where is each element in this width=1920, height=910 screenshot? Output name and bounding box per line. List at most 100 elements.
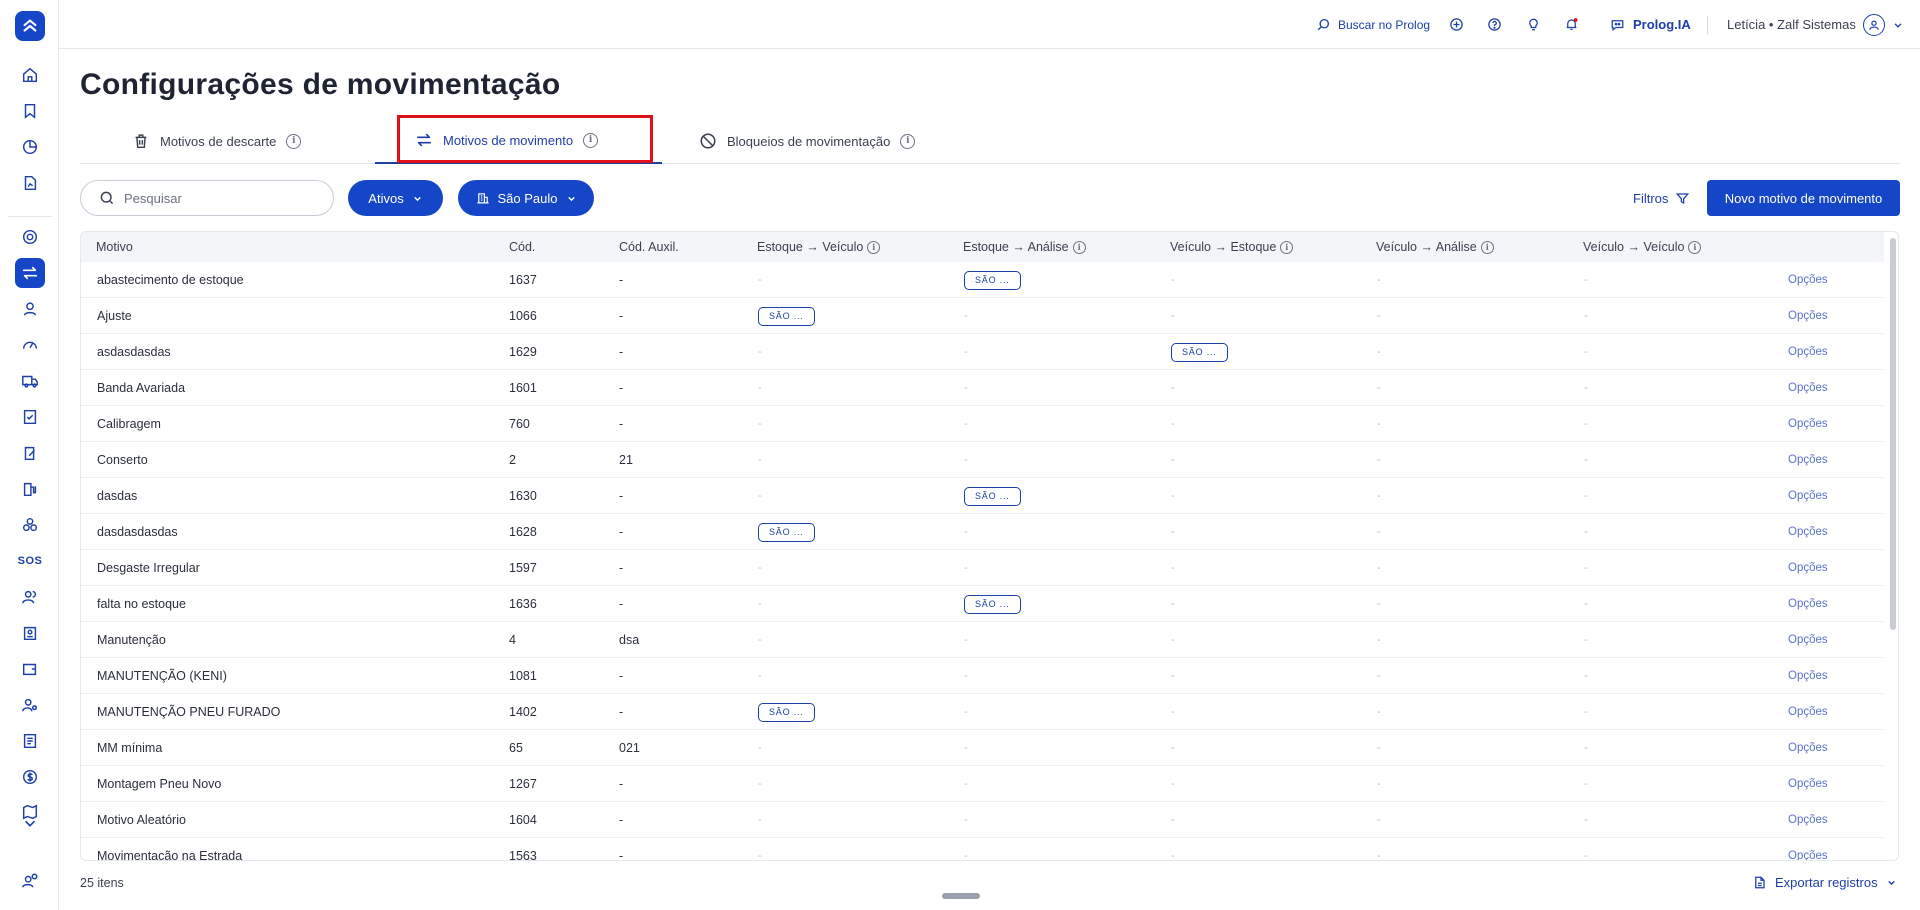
info-icon[interactable]: i bbox=[1688, 240, 1702, 254]
options-link[interactable]: Opções bbox=[1788, 586, 1828, 622]
tab-bloqueios-movimentacao[interactable]: Bloqueios de movimentação i bbox=[699, 118, 1019, 164]
users-icon[interactable] bbox=[15, 582, 45, 612]
table-row[interactable]: dasdas 1630 - - SÃO ... - - - Opções bbox=[81, 478, 1884, 514]
pie-chart-icon[interactable] bbox=[15, 132, 45, 162]
lightbulb-icon[interactable] bbox=[1526, 0, 1541, 49]
column-header[interactable]: Motivo bbox=[96, 232, 133, 262]
unit-badge[interactable]: SÃO ... bbox=[964, 262, 1021, 298]
prolog-ia-button[interactable]: Prolog.IA bbox=[1610, 0, 1691, 49]
table-row[interactable]: Montagem Pneu Novo 1267 - - - - - - Opções bbox=[81, 766, 1884, 802]
info-icon[interactable]: i bbox=[1280, 240, 1294, 254]
tab-motivos-movimento[interactable]: Motivos de movimento i bbox=[375, 118, 662, 164]
options-link[interactable]: Opções bbox=[1788, 694, 1828, 730]
column-header[interactable]: Cód. Auxil. bbox=[619, 232, 679, 262]
table-row[interactable]: falta no estoque 1636 - - SÃO ... - - - Opções bbox=[81, 586, 1884, 622]
table-scrollbar[interactable] bbox=[1890, 238, 1896, 630]
options-link[interactable]: Opções bbox=[1788, 406, 1828, 442]
options-link[interactable]: Opções bbox=[1788, 442, 1828, 478]
export-button[interactable]: Exportar registros bbox=[1752, 870, 1897, 894]
wallet-icon[interactable] bbox=[15, 654, 45, 684]
table-row[interactable]: Ajuste 1066 - SÃO ... - - - - Opções bbox=[81, 298, 1884, 334]
chevron-down-icon[interactable] bbox=[15, 813, 45, 833]
clipboard-edit-icon[interactable] bbox=[15, 438, 45, 468]
options-link[interactable]: Opções bbox=[1788, 766, 1828, 802]
table-row[interactable]: asdasdasdas 1629 - - - SÃO ... - - Opções bbox=[81, 334, 1884, 370]
cell-empty-text: - bbox=[1584, 670, 1588, 682]
document-chart-icon[interactable] bbox=[15, 168, 45, 198]
truck-icon[interactable] bbox=[15, 366, 45, 396]
gauge-icon[interactable] bbox=[15, 330, 45, 360]
movement-arrows-icon[interactable] bbox=[15, 258, 45, 288]
table-row[interactable]: Desgaste Irregular 1597 - - - - - - Opções bbox=[81, 550, 1884, 586]
options-link[interactable]: Opções bbox=[1788, 478, 1828, 514]
options-link[interactable]: Opções bbox=[1788, 334, 1828, 370]
tab-motivos-descarte[interactable]: Motivos de descarte i bbox=[132, 118, 392, 164]
new-movement-reason-button[interactable]: Novo motivo de movimento bbox=[1707, 180, 1900, 216]
unit-filter-dropdown[interactable]: São Paulo bbox=[458, 180, 594, 216]
unit-badge[interactable]: SÃO ... bbox=[964, 478, 1021, 514]
info-icon[interactable]: i bbox=[286, 133, 302, 149]
table-row[interactable]: MANUTENÇÃO PNEU FURADO 1402 - SÃO ... - - - - Op… bbox=[81, 694, 1884, 730]
column-header[interactable]: Estoque → Análise i bbox=[963, 232, 1086, 262]
table-row[interactable]: MM mínima 65 021 - - - - - Opções bbox=[81, 730, 1884, 766]
sos-icon[interactable]: SOS bbox=[15, 546, 45, 576]
search-prolog-link[interactable]: Buscar no Prolog bbox=[1316, 0, 1430, 49]
unit-badge[interactable]: SÃO ... bbox=[758, 514, 815, 550]
unit-badge[interactable]: SÃO ... bbox=[758, 694, 815, 730]
form-icon[interactable] bbox=[15, 726, 45, 756]
filters-button[interactable]: Filtros bbox=[1633, 180, 1690, 216]
column-header[interactable]: Cód. bbox=[509, 232, 535, 262]
info-icon[interactable]: i bbox=[1480, 240, 1494, 254]
bookmark-icon[interactable] bbox=[15, 96, 45, 126]
user-settings-icon[interactable] bbox=[15, 690, 45, 720]
unit-badge[interactable]: SÃO ... bbox=[758, 298, 815, 334]
table-row[interactable]: MANUTENÇÃO (KENI) 1081 - - - - - - Opções bbox=[81, 658, 1884, 694]
fuel-icon[interactable] bbox=[15, 474, 45, 504]
checklist-icon[interactable] bbox=[15, 402, 45, 432]
info-icon[interactable]: i bbox=[1072, 240, 1086, 254]
add-icon[interactable] bbox=[1449, 0, 1464, 49]
options-link[interactable]: Opções bbox=[1788, 550, 1828, 586]
table-row[interactable]: Motivo Aleatório 1604 - - - - - - Opções bbox=[81, 802, 1884, 838]
unit-badge[interactable]: SÃO ... bbox=[964, 586, 1021, 622]
cell-empty-text: - bbox=[1584, 382, 1588, 394]
table-row[interactable]: abastecimento de estoque 1637 - - SÃO ... - - -… bbox=[81, 262, 1884, 298]
info-icon[interactable]: i bbox=[900, 133, 916, 149]
notification-bell-icon[interactable] bbox=[1564, 0, 1579, 49]
options-link[interactable]: Opções bbox=[1788, 298, 1828, 334]
search-input[interactable] bbox=[124, 190, 314, 206]
options-link[interactable]: Opções bbox=[1788, 658, 1828, 694]
options-link[interactable]: Opções bbox=[1788, 838, 1828, 860]
user-support-icon[interactable] bbox=[15, 866, 45, 896]
options-link[interactable]: Opções bbox=[1788, 730, 1828, 766]
status-filter-dropdown[interactable]: Ativos bbox=[348, 180, 443, 216]
column-header[interactable]: Veículo → Estoque i bbox=[1170, 232, 1294, 262]
user-pin-icon[interactable] bbox=[15, 294, 45, 324]
info-icon[interactable]: i bbox=[867, 240, 881, 254]
unit-badge[interactable]: SÃO ... bbox=[1171, 334, 1228, 370]
table-row[interactable]: dasdasdasdas 1628 - SÃO ... - - - - Opções bbox=[81, 514, 1884, 550]
info-icon[interactable]: i bbox=[583, 132, 599, 148]
options-link[interactable]: Opções bbox=[1788, 802, 1828, 838]
table-row[interactable]: Conserto 2 21 - - - - - Opções bbox=[81, 442, 1884, 478]
options-link[interactable]: Opções bbox=[1788, 514, 1828, 550]
options-link[interactable]: Opções bbox=[1788, 370, 1828, 406]
help-icon[interactable] bbox=[1487, 0, 1502, 49]
home-icon[interactable] bbox=[15, 60, 45, 90]
column-header[interactable]: Veículo → Veículo i bbox=[1583, 232, 1702, 262]
id-badge-icon[interactable] bbox=[15, 618, 45, 648]
table-row[interactable]: Manutenção 4 dsa - - - - - Opções bbox=[81, 622, 1884, 658]
user-menu[interactable]: Letícia • Zalf Sistemas bbox=[1727, 0, 1904, 49]
tire-icon[interactable] bbox=[15, 222, 45, 252]
column-header[interactable]: Veículo → Análise i bbox=[1376, 232, 1494, 262]
options-link[interactable]: Opções bbox=[1788, 262, 1828, 298]
table-row[interactable]: Calibragem 760 - - - - - - Opções bbox=[81, 406, 1884, 442]
options-link[interactable]: Opções bbox=[1788, 622, 1828, 658]
table-row[interactable]: Movimentação na Estrada 1563 - - - - - - Opções bbox=[81, 838, 1884, 860]
resize-handle[interactable] bbox=[942, 893, 980, 899]
prolog-logo-icon[interactable] bbox=[15, 11, 45, 41]
dollar-icon[interactable] bbox=[15, 762, 45, 792]
table-row[interactable]: Banda Avariada 1601 - - - - - - Opções bbox=[81, 370, 1884, 406]
column-header[interactable]: Estoque → Veículo i bbox=[757, 232, 881, 262]
cubes-icon[interactable] bbox=[15, 510, 45, 540]
